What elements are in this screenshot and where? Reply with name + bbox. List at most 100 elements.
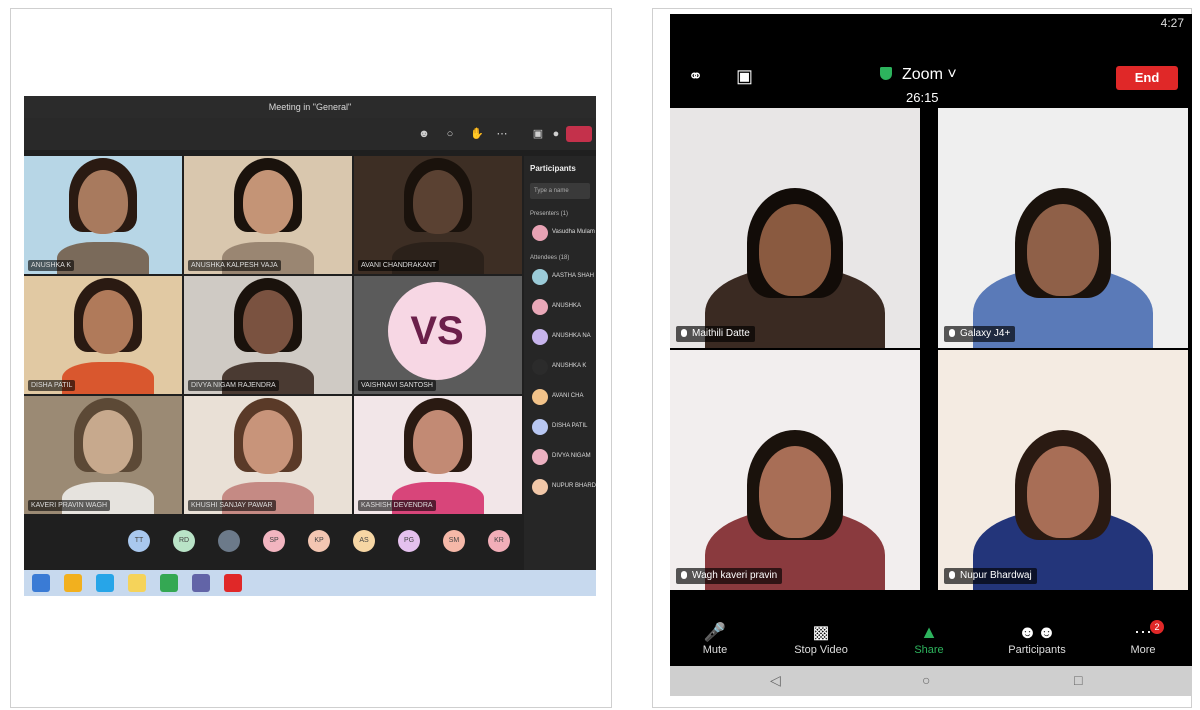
avatar[interactable] [218,530,240,552]
avatar [532,269,548,285]
participants-button[interactable]: ☻☻ Participants [992,622,1082,656]
back-icon[interactable]: ◁ [770,672,781,689]
video-tile[interactable]: Maithili Datte [670,108,920,348]
participant-name-tag: DIVYA NIGAM RAJENDRA [188,380,279,391]
video-tile[interactable]: VS VAISHNAVI SANTOSH [354,276,522,394]
participant-search-input[interactable]: Type a name [530,183,590,199]
avatar [532,479,548,495]
attendee-name: AASTHA SHAH [552,273,595,279]
video-tile[interactable]: DISHA PATIL [24,276,182,394]
share-screen-icon: ▲ [920,622,938,642]
acrobat-icon[interactable] [224,574,242,592]
video-tile[interactable]: ANUSHKA K [24,156,182,274]
status-bar: 4:27 [670,14,1192,36]
attendee-item[interactable]: ANUSHKA K [524,353,596,383]
share-label: Share [914,644,944,656]
attendee-item[interactable]: AASTHA SHAH [524,263,596,293]
participants-title: Participants [530,164,576,173]
stop-video-label: Stop Video [794,644,848,656]
zoom-header: ⚭ ▣ Zoom ˅ 26:15 End [670,54,1192,114]
camera-icon[interactable]: ▣ [532,128,544,140]
attendee-item[interactable]: AVANI CHA [524,383,596,413]
start-icon[interactable] [32,574,50,592]
chrome-icon[interactable] [160,574,178,592]
video-tile[interactable]: Wagh kaveri pravin [670,350,920,590]
presenter-item[interactable]: Vasudha Mulam [524,219,596,249]
avatar[interactable]: KR [488,530,510,552]
participant-name: Maithili Datte [692,328,750,339]
video-camera-icon: ▩ [812,622,830,642]
avatar[interactable]: SM [443,530,465,552]
share-button[interactable]: ▲ Share [884,622,974,656]
avatar[interactable]: SP [263,530,285,552]
video-tile[interactable]: KASHISH DEVENDRA [354,396,522,514]
avatar[interactable]: KP [308,530,330,552]
end-button[interactable]: End [1116,66,1178,90]
file-explorer-icon[interactable] [64,574,82,592]
attendee-item[interactable]: ANUSHKA NA [524,323,596,353]
video-tile[interactable]: KAVERI PRAVIN WAGH [24,396,182,514]
more-options-icon[interactable]: ⋯ [496,128,508,140]
attendee-item[interactable]: ANUSHKA [524,293,596,323]
folder-icon[interactable] [128,574,146,592]
person-body [62,362,154,394]
window-title: Meeting in "General" [24,96,596,118]
person-face [413,410,463,474]
headset-icon[interactable]: ⚭ [688,66,703,87]
edge-icon[interactable] [96,574,114,592]
chevron-down-icon: ˅ [942,66,957,83]
stop-video-button[interactable]: ▩ Stop Video [776,622,866,656]
video-grid: ANUSHKA K ANUSHKA KALPESH VAJA AVANI CHAND… [24,156,522,514]
person-face [83,410,133,474]
initials-avatar: VS [388,282,486,380]
person-face [83,290,133,354]
person-face [78,170,128,234]
video-tile[interactable]: Galaxy J4+ [938,108,1188,348]
avatar[interactable]: TT [128,530,150,552]
video-tile[interactable]: Nupur Bhardwaj [938,350,1188,590]
person-face [1027,204,1099,296]
more-button[interactable]: ⋯ 2 More [1098,620,1188,656]
mic-icon[interactable]: ● [550,128,562,140]
leave-button[interactable] [566,126,592,142]
overflow-avatar-strip: TT RD SP KP AS PG SM KR [24,514,522,574]
video-tile[interactable]: ANUSHKA KALPESH VAJA [184,156,352,274]
video-tile[interactable]: AVANI CHANDRAKANT [354,156,522,274]
avatar[interactable]: AS [353,530,375,552]
person-face [759,204,831,296]
participants-label: Participants [1008,644,1066,656]
meeting-timer: 26:15 [906,90,939,105]
attendee-item[interactable]: NUPUR BHARDWAJ [524,473,596,503]
recents-icon[interactable]: □ [1074,672,1082,688]
attendee-item[interactable]: DISHA PATIL [524,413,596,443]
attendee-name: NUPUR BHARDWAJ [552,483,596,489]
participant-name-tag: Nupur Bhardwaj [944,568,1037,584]
people-icon[interactable]: ☻ [418,128,430,140]
mic-icon [949,571,955,579]
switch-camera-icon[interactable]: ▣ [736,66,753,87]
avatar [532,329,548,345]
attendee-name: ANUSHKA [552,303,582,309]
home-icon[interactable]: ○ [922,672,930,688]
raise-hand-icon[interactable]: ✋ [470,128,484,140]
teams-icon[interactable] [192,574,210,592]
status-time: 4:27 [1160,16,1184,30]
video-tile[interactable]: DIVYA NIGAM RAJENDRA [184,276,352,394]
more-label: More [1130,644,1156,656]
participant-name-tag: KASHISH DEVENDRA [358,500,436,511]
avatar[interactable]: RD [173,530,195,552]
video-tile[interactable]: KHUSHI SANJAY PAWAR [184,396,352,514]
shield-icon [880,67,892,80]
mic-icon [681,329,687,337]
attendee-name: ANUSHKA K [552,363,587,369]
mute-button[interactable]: 🎤 Mute [670,622,760,656]
participants-icon: ☻☻ [1018,622,1056,642]
avatar[interactable]: PG [398,530,420,552]
avatar [532,299,548,315]
participant-name-tag: DISHA PATIL [28,380,76,391]
attendee-list: AASTHA SHAH ANUSHKA ANUSHKA NA ANUSHKA K AVA… [524,263,596,503]
avatar [532,225,548,241]
meeting-title[interactable]: Zoom ˅ [880,66,957,84]
attendee-item[interactable]: DIVYA NIGAM [524,443,596,473]
chat-icon[interactable]: ○ [444,128,456,140]
